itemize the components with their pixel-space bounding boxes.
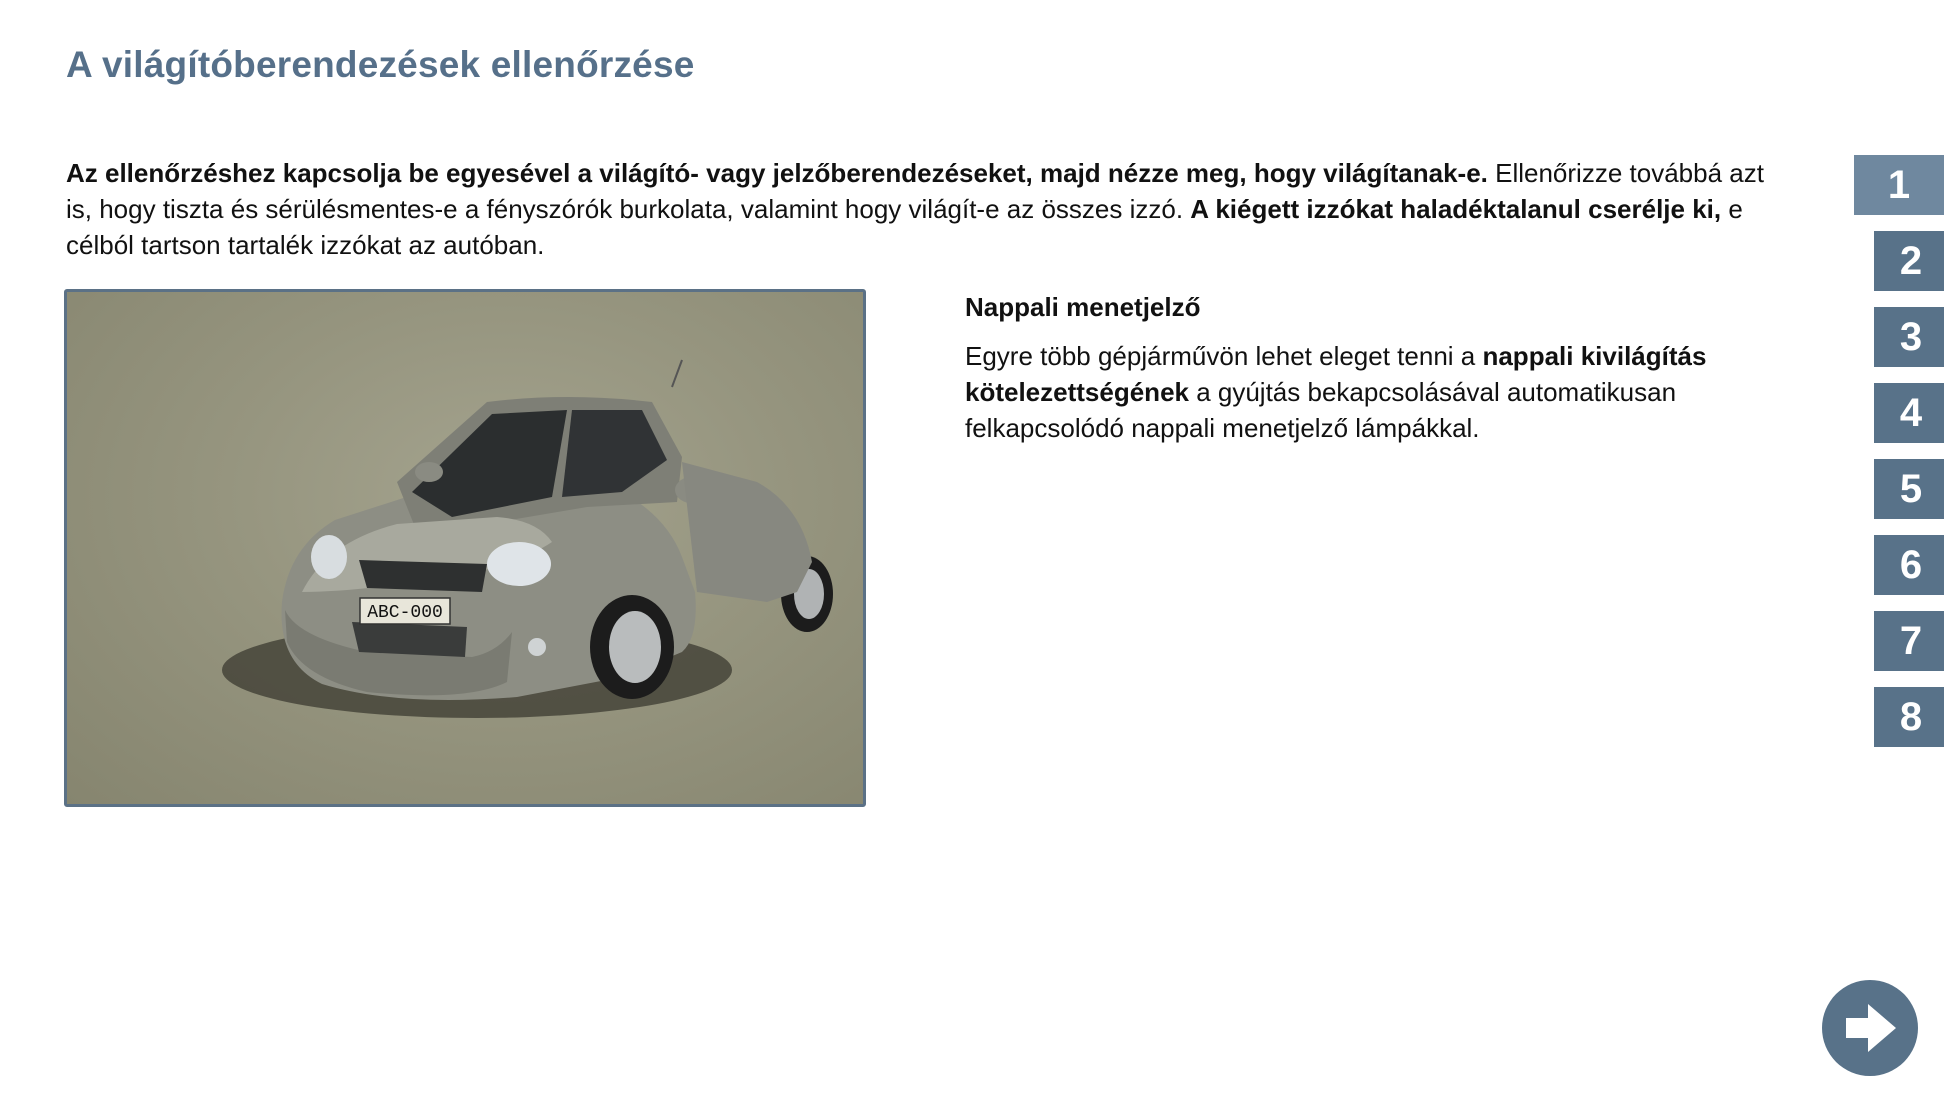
next-button[interactable] (1822, 980, 1918, 1076)
page-tab-2[interactable]: 2 (1874, 231, 1944, 291)
car-illustration: ABC-000 (222, 359, 833, 718)
page-tab-1[interactable]: 1 (1854, 155, 1944, 215)
page-tab-5[interactable]: 5 (1874, 459, 1944, 519)
page-tab-7[interactable]: 7 (1874, 611, 1944, 671)
intro-paragraph: Az ellenőrzéshez kapcsolja be egyesével … (66, 155, 1766, 263)
license-plate-text: ABC-000 (367, 603, 443, 623)
car-photo: ABC-000 (64, 289, 866, 807)
arrow-right-icon (1846, 1004, 1896, 1052)
intro-bold-2: A kiégett izzókat haladéktalanul cserélj… (1190, 194, 1722, 224)
page-title: A világítóberendezések ellenőrzése (66, 44, 695, 85)
side-title: Nappali menetjelző (965, 292, 1201, 322)
side-paragraph: Egyre több gépjárművön lehet eleget tenn… (965, 338, 1765, 446)
page-tab-6[interactable]: 6 (1874, 535, 1944, 595)
page-tab-8[interactable]: 8 (1874, 687, 1944, 747)
intro-bold-1: Az ellenőrzéshez kapcsolja be egyesével … (66, 158, 1488, 188)
side-text-1: Egyre több gépjárművön lehet eleget tenn… (965, 341, 1483, 371)
page-tab-3[interactable]: 3 (1874, 307, 1944, 367)
page-tab-4[interactable]: 4 (1874, 383, 1944, 443)
